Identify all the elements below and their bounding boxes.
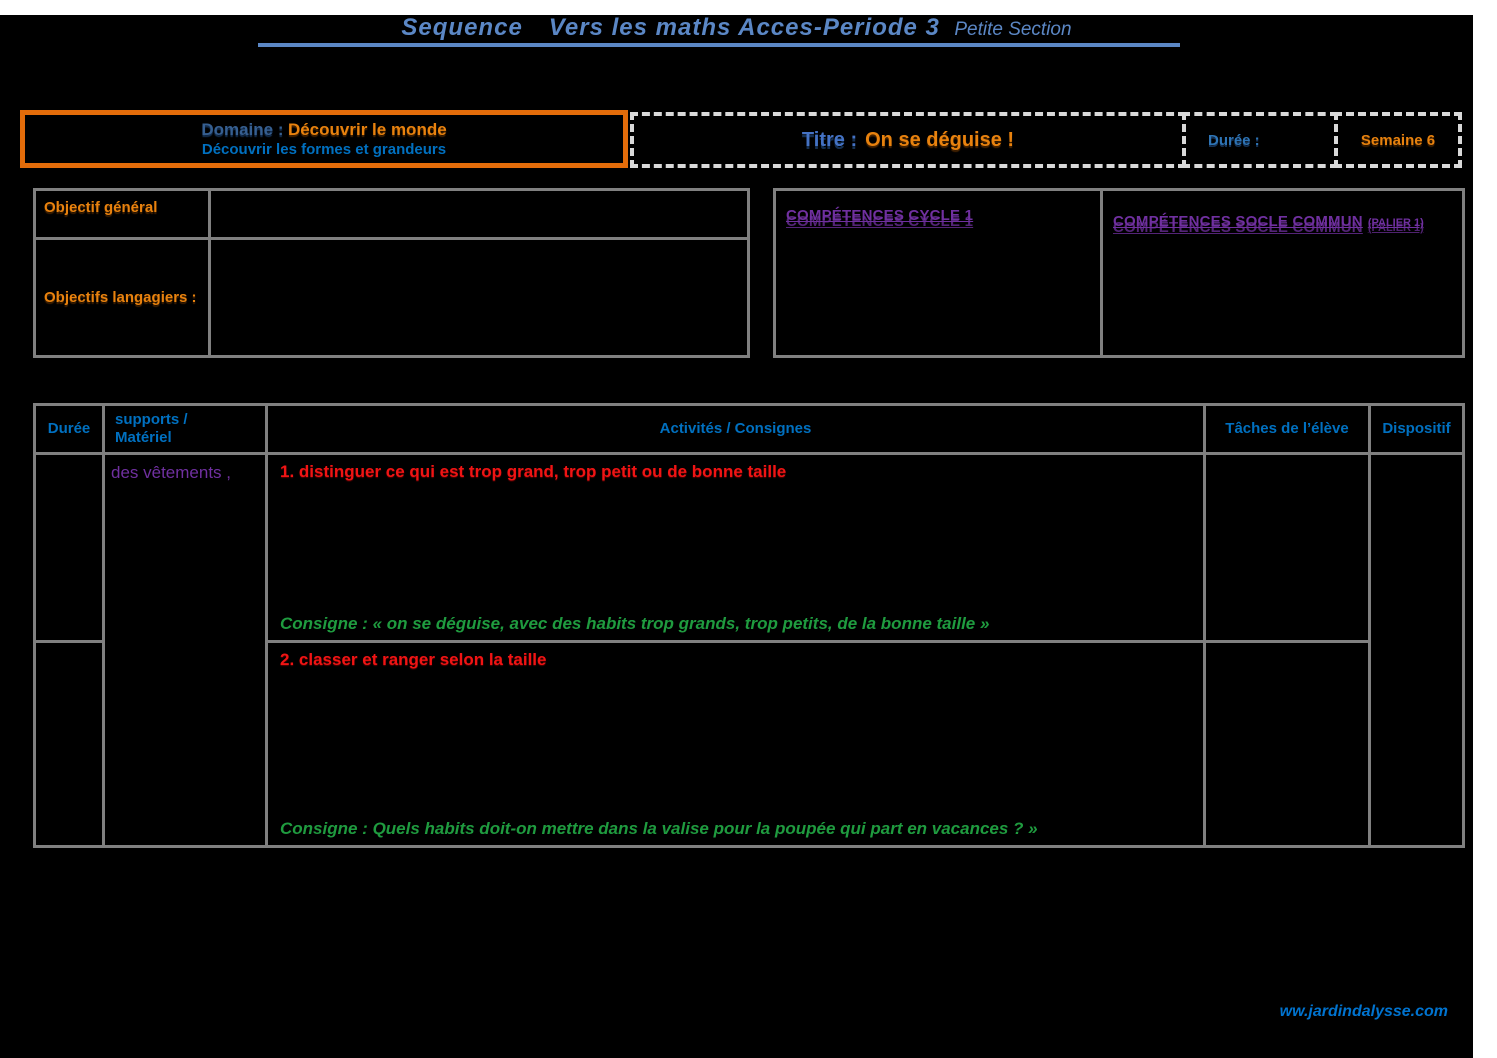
consigne-label-row2: Consigne : (280, 819, 373, 838)
activities-table: Durée supports / Matériel Activités / Co… (33, 403, 1465, 848)
duree-cell-row1 (36, 455, 102, 640)
domain-box: Domaine : Découvrir le monde Découvrir l… (20, 110, 628, 168)
activity-step-1: 1. distinguer ce qui est trop grand, tro… (280, 462, 1191, 482)
week-box: Semaine 6 (1334, 112, 1462, 168)
competences-socle-heading: COMPÉTENCES SOCLE COMMUN (1113, 213, 1363, 230)
competences-cycle-cell: COMPÉTENCES CYCLE 1 (776, 191, 1100, 355)
competences-socle-cell: COMPÉTENCES SOCLE COMMUN (PALIER 1) (1103, 191, 1462, 355)
objectives-table: Objectif général Objectifs langagiers : (33, 188, 750, 358)
taches-cell-row2 (1206, 643, 1368, 845)
competences-table: COMPÉTENCES CYCLE 1 COMPÉTENCES SOCLE CO… (773, 188, 1465, 358)
domain-line: Domaine : Découvrir le monde (201, 119, 446, 141)
title-box-label: Titre : (802, 129, 857, 152)
duration-label: Durée : (1208, 132, 1260, 149)
column-header-supports-materiel: supports / Matériel (105, 406, 265, 452)
title-level: Petite Section (954, 19, 1071, 40)
column-header-duree: Durée (36, 406, 102, 452)
domain-subtitle: Découvrir les formes et grandeurs (202, 141, 446, 160)
column-header-taches-eleve: Tâches de l’élève (1206, 406, 1368, 452)
consigne-text-row1: « on se déguise, avec des habits trop gr… (373, 614, 990, 633)
column-header-dispositif: Dispositif (1371, 406, 1462, 452)
website-link: ww.jardindalysse.com (1280, 1003, 1448, 1021)
activity-cell-row1: 1. distinguer ce qui est trop grand, tro… (268, 455, 1203, 640)
consigne-row1: Consigne : « on se déguise, avec des hab… (280, 614, 1191, 634)
title-underline (258, 43, 1180, 47)
dispositif-cell (1371, 455, 1462, 845)
title-box: Titre : On se déguise ! (630, 112, 1186, 168)
title-method: Vers les maths Acces-Periode 3 (549, 14, 940, 41)
consigne-label-row1: Consigne : (280, 614, 373, 633)
supports-materiel-cell: des vêtements , (105, 455, 265, 845)
title-sequence: Sequence (401, 14, 522, 41)
domain-value: Découvrir le monde (288, 120, 447, 139)
objective-language-value (211, 240, 747, 355)
duration-box: Durée : (1182, 112, 1338, 168)
taches-cell-row1 (1206, 455, 1368, 640)
duree-cell-row2 (36, 643, 102, 845)
objective-general-label: Objectif général (36, 191, 208, 237)
activity-step-2: 2. classer et ranger selon la taille (280, 650, 1191, 670)
competences-socle-palier: (PALIER 1) (1368, 217, 1424, 229)
competences-cycle-heading: COMPÉTENCES CYCLE 1 (786, 207, 973, 224)
column-header-activites-consignes: Activités / Consignes (268, 406, 1203, 452)
activity-cell-row2: 2. classer et ranger selon la taille Con… (268, 643, 1203, 845)
title-box-value: On se déguise ! (865, 129, 1014, 152)
document-title: Sequence Vers les maths Acces-Periode 3 P… (0, 14, 1473, 42)
materials-text: des vêtements , (111, 463, 231, 482)
week-label: Semaine 6 (1361, 132, 1435, 149)
objective-general-value (211, 191, 747, 237)
consigne-row2: Consigne : Quels habits doit-on mettre d… (280, 819, 1191, 839)
domain-label: Domaine : (201, 120, 283, 139)
objective-language-label: Objectifs langagiers : (36, 240, 208, 355)
consigne-text-row2: Quels habits doit-on mettre dans la vali… (373, 819, 1038, 838)
